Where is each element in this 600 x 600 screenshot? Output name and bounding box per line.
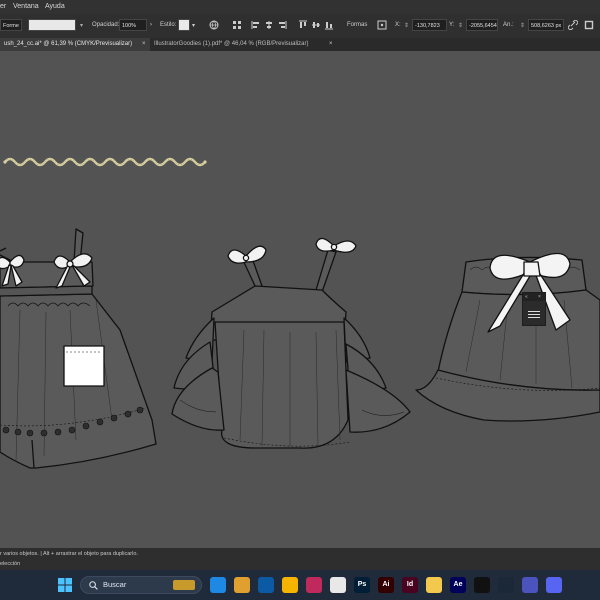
panel-header[interactable]: « ×	[523, 293, 545, 301]
artwork-layer	[0, 157, 600, 469]
taskbar: Buscar Ps Ai Id Ae	[0, 570, 600, 600]
taskbar-app-icon[interactable]	[522, 577, 538, 593]
hamburger-menu-icon[interactable]	[528, 309, 540, 320]
garment-ruffle-skirt	[415, 252, 600, 422]
status-tool: elección	[0, 561, 21, 567]
taskbar-app-icon[interactable]	[546, 577, 562, 593]
taskbar-app-icon[interactable]: Ai	[378, 577, 394, 593]
taskbar-app-icon[interactable]	[234, 577, 250, 593]
garment-apron-dress	[0, 228, 157, 469]
taskbar-app-icon[interactable]	[474, 577, 490, 593]
windows-start-icon[interactable]	[58, 578, 72, 592]
search-highlight-icon	[173, 580, 195, 590]
status-bar: r varios objetos. | Alt + arrastrar el o…	[0, 548, 600, 570]
garment-ruffle-top	[171, 237, 411, 449]
floating-panel[interactable]: « ×	[522, 292, 546, 326]
taskbar-app-icon[interactable]	[498, 577, 514, 593]
taskbar-search-input[interactable]: Buscar	[80, 576, 202, 594]
search-icon	[89, 581, 98, 590]
taskbar-app-icon[interactable]: Ae	[450, 577, 466, 593]
taskbar-app-icon[interactable]	[330, 577, 346, 593]
ricrac-trim	[4, 157, 206, 167]
taskbar-app-icon[interactable]	[306, 577, 322, 593]
search-placeholder: Buscar	[103, 580, 127, 589]
close-icon[interactable]: ×	[538, 293, 541, 301]
status-hint: r varios objetos. | Alt + arrastrar el o…	[0, 551, 138, 557]
collapse-icon[interactable]: «	[525, 293, 528, 301]
taskbar-app-icon[interactable]: Id	[402, 577, 418, 593]
taskbar-app-icon[interactable]	[426, 577, 442, 593]
taskbar-app-icon[interactable]: Ps	[354, 577, 370, 593]
taskbar-app-icon[interactable]	[258, 577, 274, 593]
taskbar-app-icon[interactable]	[282, 577, 298, 593]
taskbar-app-icon[interactable]	[210, 577, 226, 593]
